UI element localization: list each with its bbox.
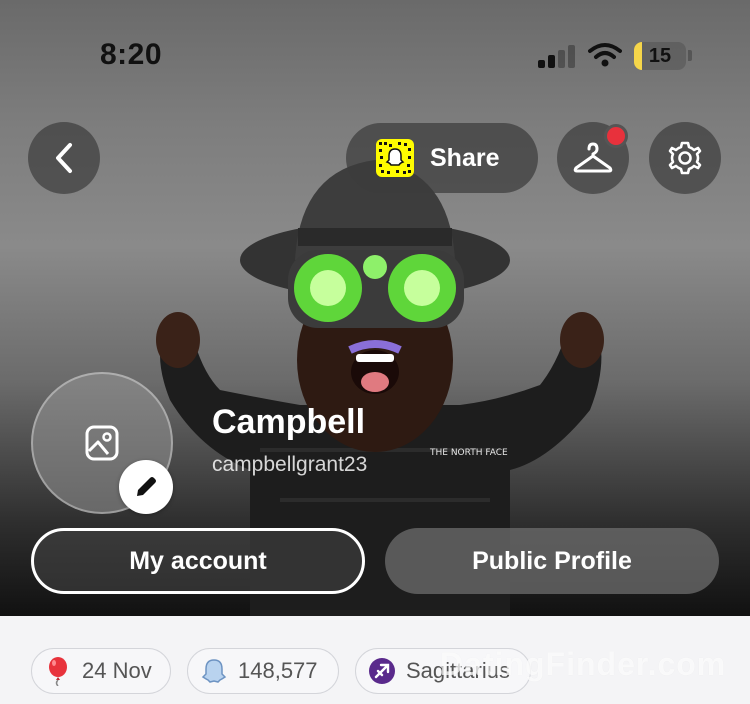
- watermark: DatingFinder.com: [440, 646, 727, 682]
- snap-score-label: 148,577: [238, 658, 318, 683]
- signal-icon: [538, 44, 576, 68]
- share-label: Share: [430, 143, 500, 172]
- share-button[interactable]: Share: [346, 123, 538, 193]
- back-button[interactable]: [28, 122, 100, 194]
- jacket-logo: THE NORTH FACE: [429, 448, 508, 458]
- notification-badge: [604, 124, 628, 148]
- status-time: 8:20: [100, 38, 163, 71]
- snapcode-icon: [376, 139, 414, 177]
- profile-header: THE NORTH FACE 8:20 15 Share Campbell ca…: [0, 0, 750, 616]
- battery-indicator: 15: [634, 42, 686, 70]
- edit-photo-button[interactable]: [119, 460, 173, 514]
- public-profile-button[interactable]: Public Profile: [385, 528, 719, 594]
- battery-level: 15: [648, 45, 672, 67]
- my-account-button[interactable]: My account: [31, 528, 365, 594]
- hanger-icon: [573, 142, 613, 173]
- username: campbellgrant23: [212, 453, 368, 476]
- wifi-icon: [588, 43, 622, 67]
- settings-button[interactable]: [649, 122, 721, 194]
- pencil-icon: [137, 477, 156, 496]
- balloon-icon: [44, 657, 72, 686]
- sagittarius-icon: [368, 657, 396, 685]
- snap-score-chip[interactable]: 148,577: [187, 648, 339, 694]
- image-icon: [85, 425, 119, 461]
- display-name: Campbell: [212, 403, 366, 441]
- chevron-left-icon: [56, 143, 72, 173]
- birthday-label: 24 Nov: [82, 658, 152, 683]
- birthday-chip[interactable]: 24 Nov: [31, 648, 171, 694]
- battery-tip: [688, 50, 692, 61]
- ghost-icon: [200, 657, 228, 685]
- gear-icon: [668, 141, 702, 175]
